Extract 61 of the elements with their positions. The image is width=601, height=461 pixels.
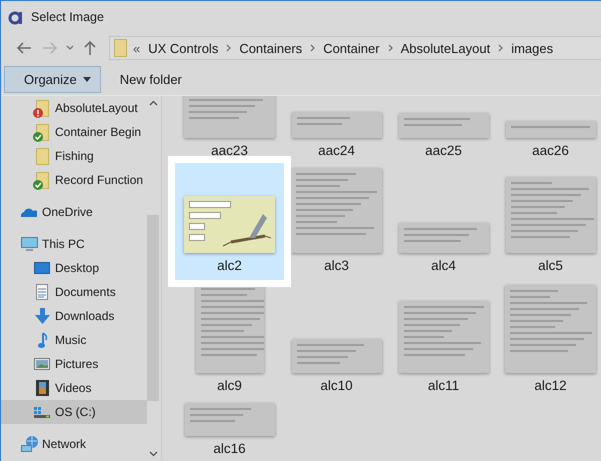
address-bar[interactable]: « UX Controls Containers Container AbsoluteLayout images xyxy=(109,36,601,60)
sidebar-item[interactable]: This PC xyxy=(1,232,147,256)
file-item[interactable]: alc10 xyxy=(283,279,390,399)
file-item[interactable]: aac23 xyxy=(176,96,283,164)
organize-menu-button[interactable]: Organize xyxy=(4,66,101,92)
file-item[interactable]: alc9 xyxy=(176,279,283,399)
overflow-chevron[interactable]: « xyxy=(133,40,140,56)
music-note-icon xyxy=(38,332,46,348)
document-icon xyxy=(36,284,48,300)
file-item[interactable]: alc3 xyxy=(283,164,390,279)
file-item[interactable]: alc16 xyxy=(176,399,283,461)
chevron-right-icon xyxy=(226,44,232,52)
folder-icon xyxy=(36,148,48,164)
sidebar-item[interactable]: Network xyxy=(1,432,147,456)
sidebar-item[interactable]: OneDrive xyxy=(1,200,147,224)
file-item[interactable]: aac25 xyxy=(390,96,497,164)
down-arrow-icon xyxy=(34,308,50,324)
sidebar-item[interactable]: Desktop xyxy=(1,256,147,280)
back-arrow-icon xyxy=(16,41,32,55)
file-item[interactable]: alc2 xyxy=(176,164,283,279)
app-logo-icon xyxy=(8,9,24,25)
film-icon xyxy=(36,380,48,396)
caret-down-icon xyxy=(82,76,91,82)
file-item[interactable]: aac26 xyxy=(497,96,601,164)
sidebar-item[interactable]: Pictures xyxy=(1,352,147,376)
sidebar-item[interactable]: AbsoluteLayout xyxy=(1,96,147,120)
picture-icon xyxy=(34,358,50,370)
file-item[interactable]: alc11 xyxy=(390,279,497,399)
file-item[interactable]: alc5 xyxy=(497,164,601,279)
sidebar-item[interactable]: OS (C:) xyxy=(1,400,147,424)
forward-arrow-icon xyxy=(42,41,58,55)
chevron-right-icon xyxy=(498,44,504,52)
drive-icon xyxy=(34,406,50,418)
sidebar-item[interactable]: Record Function xyxy=(1,168,147,192)
chevron-down-icon xyxy=(66,45,74,51)
computer-icon xyxy=(20,237,38,251)
folder-icon xyxy=(114,39,127,57)
cloud-icon xyxy=(21,207,37,217)
file-item[interactable]: alc12 xyxy=(497,279,601,399)
desktop-icon xyxy=(34,262,50,274)
up-arrow-icon xyxy=(83,40,97,56)
sidebar-item[interactable]: Documents xyxy=(1,280,147,304)
sidebar-item[interactable]: Fishing xyxy=(1,144,147,168)
breadcrumb[interactable]: Container xyxy=(321,40,382,56)
chevron-right-icon xyxy=(388,44,393,52)
file-item[interactable]: alc4 xyxy=(390,164,497,279)
chevron-right-icon xyxy=(310,44,316,52)
chevron-down-icon xyxy=(148,451,158,457)
sidebar-item[interactable]: Music xyxy=(1,328,147,352)
breadcrumb[interactable]: Containers xyxy=(237,40,304,56)
sidebar-item[interactable]: Container Begin xyxy=(1,120,147,144)
breadcrumb[interactable]: UX Controls xyxy=(146,40,220,56)
breadcrumb[interactable]: AbsoluteLayout xyxy=(398,40,492,56)
toolbar-button[interactable]: New folder xyxy=(106,66,195,92)
sidebar-item[interactable]: Downloads xyxy=(1,304,147,328)
chevron-up-icon xyxy=(148,100,158,106)
window-title: Select Image xyxy=(31,10,104,24)
network-icon xyxy=(20,436,38,452)
sidebar-item[interactable]: Videos xyxy=(1,376,147,400)
breadcrumb[interactable]: images xyxy=(509,40,556,56)
file-item[interactable]: aac24 xyxy=(283,96,390,164)
